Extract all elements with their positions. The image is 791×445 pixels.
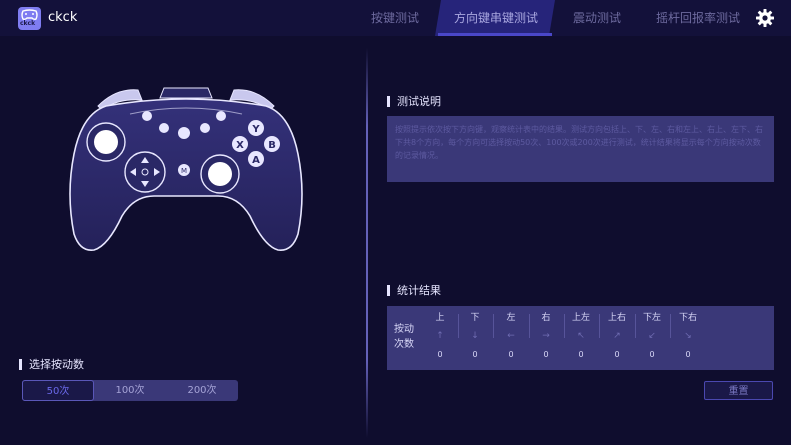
stats-col-divider	[670, 314, 671, 338]
instructions-text: 按照提示依次按下方向键，观察统计表中的结果。测试方向包括上、下、左、右和左上、右…	[395, 125, 763, 160]
stats-col-divider	[458, 314, 459, 338]
panel-divider	[366, 48, 368, 438]
arrow-up-left-icon: ↖	[577, 331, 585, 341]
button-x-label: X	[236, 140, 244, 151]
stats-dir-label: 右	[541, 313, 551, 323]
stats-dir-label: 下左	[642, 313, 661, 323]
app-title: ckck	[48, 10, 78, 25]
arrow-right-icon: →	[542, 331, 550, 341]
stats-col-divider	[599, 314, 600, 338]
stats-col-divider	[635, 314, 636, 338]
stats-value: 0	[649, 350, 655, 359]
instructions-box: 按照提示依次按下方向键，观察统计表中的结果。测试方向包括上、下、左、右和左上、右…	[387, 116, 774, 182]
arrow-down-left-icon: ↙	[648, 331, 656, 341]
count-selector-title: 选择按动数	[19, 359, 84, 370]
center-button-label: M	[181, 167, 187, 175]
controller-illustration: M Y X B A	[69, 87, 303, 251]
stats-title: 统计结果	[387, 285, 441, 296]
stats-dir-label: 上右	[607, 313, 626, 323]
logo-text: ckck	[20, 20, 36, 27]
stats-col-left: 左 ← 0	[496, 312, 526, 361]
stats-dir-label: 上	[435, 313, 445, 323]
dpad	[124, 151, 166, 193]
top-bar: ckck ckck 按键测试 方向键串键测试 震动测试 摇杆回报率测试	[0, 0, 791, 36]
stats-value: 0	[578, 350, 584, 359]
stats-col-right: 右 → 0	[531, 312, 561, 361]
count-option-100[interactable]: 100次	[94, 380, 166, 401]
count-selector: 50次 100次 200次	[22, 380, 238, 401]
arrow-down-icon: ↓	[471, 331, 479, 341]
stats-col-down: 下 ↓ 0	[460, 312, 490, 361]
stats-table: 按动 次数 上 ↑ 0 下 ↓ 0 左 ← 0 右 → 0 上左 ↖ 0 上右 …	[387, 306, 774, 370]
stats-value: 0	[543, 350, 549, 359]
stats-col-up: 上 ↑ 0	[425, 312, 455, 361]
button-b-label: B	[268, 140, 276, 151]
stats-dir-label: 左	[506, 313, 516, 323]
app-logo: ckck	[18, 7, 41, 30]
arrow-up-icon: ↑	[436, 331, 444, 341]
tab-joystick-rate-test[interactable]: 摇杆回报率测试	[648, 0, 748, 36]
instructions-title: 测试说明	[387, 96, 441, 107]
stats-col-divider	[493, 314, 494, 338]
stats-dir-label: 下右	[678, 313, 697, 323]
count-option-200[interactable]: 200次	[166, 380, 238, 401]
reset-button[interactable]: 重置	[704, 381, 773, 400]
right-stick	[200, 154, 240, 194]
stats-col-down-left: 下左 ↙ 0	[637, 312, 667, 361]
stats-col-down-right: 下右 ↘ 0	[673, 312, 703, 361]
arrow-up-right-icon: ↗	[613, 331, 621, 341]
arrow-down-right-icon: ↘	[684, 331, 692, 341]
tab-button-test[interactable]: 按键测试	[360, 0, 430, 36]
stats-value: 0	[437, 350, 443, 359]
stats-value: 0	[472, 350, 478, 359]
stats-col-up-right: 上右 ↗ 0	[602, 312, 632, 361]
stats-dir-label: 上左	[571, 313, 590, 323]
arrow-left-icon: ←	[507, 331, 515, 341]
stats-value: 0	[614, 350, 620, 359]
stats-col-divider	[564, 314, 565, 338]
stats-row-label-line1: 按动	[394, 324, 414, 335]
tab-dpad-test[interactable]: 方向键串键测试	[441, 0, 551, 36]
stats-col-divider	[529, 314, 530, 338]
left-stick	[86, 122, 126, 162]
stats-col-up-left: 上左 ↖ 0	[566, 312, 596, 361]
stats-row-label: 按动 次数	[391, 322, 417, 352]
button-y-label: Y	[251, 124, 260, 135]
tab-vibration-test[interactable]: 震动测试	[562, 0, 632, 36]
count-option-50[interactable]: 50次	[22, 380, 94, 401]
stats-value: 0	[685, 350, 691, 359]
stats-value: 0	[508, 350, 514, 359]
gear-icon[interactable]	[755, 8, 775, 28]
stats-row-label-line2: 次数	[394, 339, 414, 350]
stats-dir-label: 下	[470, 313, 480, 323]
button-a-label: A	[252, 155, 260, 166]
